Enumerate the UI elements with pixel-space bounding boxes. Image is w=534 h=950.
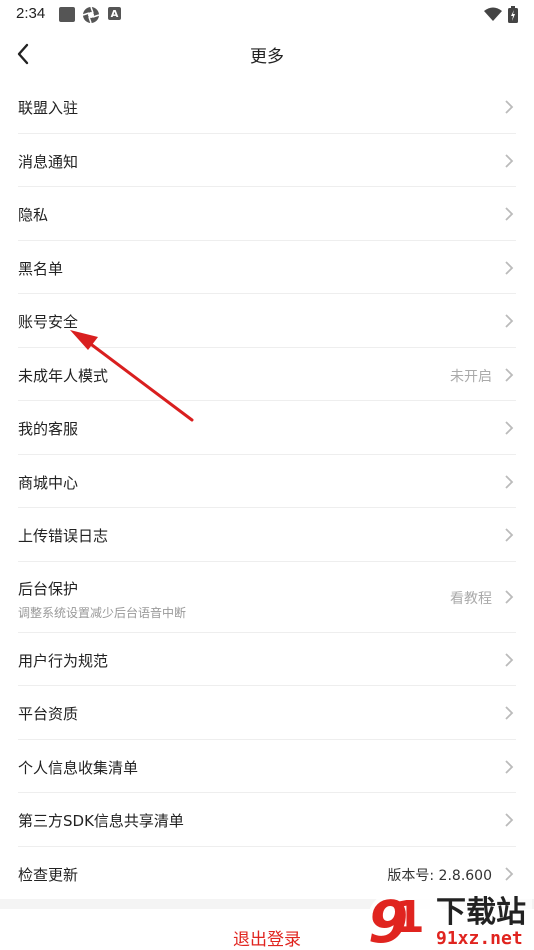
menu-item-third-party-sdk[interactable]: 第三方SDK信息共享清单 [18, 793, 516, 847]
menu-item-upload-logs[interactable]: 上传错误日志 [18, 508, 516, 562]
chevron-right-icon [505, 207, 514, 221]
app-a-icon: A [108, 7, 121, 20]
settings-list: 联盟入驻 消息通知 隐私 黑名单 账号安全 未成年人模式 未开启 我的客服 商城中… [0, 80, 534, 900]
menu-item-customer-service[interactable]: 我的客服 [18, 401, 516, 455]
menu-item-background-protection[interactable]: 后台保护调整系统设置减少后台语音中断 看教程 [18, 562, 516, 633]
menu-item-mall[interactable]: 商城中心 [18, 455, 516, 508]
version-number: 版本号: 2.8.600 [387, 867, 492, 884]
menu-item-alliance[interactable]: 联盟入驻 [18, 80, 516, 134]
menu-item-label: 平台资质 [18, 705, 79, 723]
page-title: 更多 [250, 47, 284, 67]
chevron-right-icon [505, 314, 514, 328]
watermark-main-text: 下载站 [436, 895, 526, 930]
status-bar: 2:34 A [0, 0, 534, 28]
chevron-right-icon [505, 706, 514, 720]
chevron-right-icon [505, 866, 514, 881]
aperture-icon [82, 6, 100, 24]
menu-item-blacklist[interactable]: 黑名单 [18, 241, 516, 294]
chevron-right-icon [505, 260, 514, 275]
menu-item-label: 用户行为规范 [18, 651, 109, 670]
menu-item-privacy[interactable]: 隐私 [18, 187, 516, 241]
menu-item-platform-qualification[interactable]: 平台资质 [18, 686, 516, 740]
menu-item-label: 个人信息收集清单 [18, 758, 139, 777]
menu-item-label: 消息通知 [18, 152, 79, 171]
chevron-right-icon [505, 589, 514, 604]
svg-text:1: 1 [394, 892, 425, 943]
menu-item-label: 上传错误日志 [18, 527, 109, 545]
chevron-right-icon [505, 652, 514, 667]
menu-item-label: 第三方SDK信息共享清单 [18, 812, 184, 830]
chevron-right-icon [505, 367, 514, 382]
menu-item-notifications[interactable]: 消息通知 [18, 134, 516, 187]
menu-item-minor-mode[interactable]: 未成年人模式 未开启 [18, 348, 516, 401]
menu-item-label: 后台保护 [18, 579, 79, 598]
status-time: 2:34 [16, 5, 46, 22]
chevron-right-icon [505, 153, 514, 168]
chevron-right-icon [505, 528, 514, 542]
watermark-logo: 9 1 下载站 91xz.net [368, 888, 532, 950]
watermark-sub-text: 91xz.net [436, 928, 523, 949]
minor-mode-status: 未开启 [450, 368, 492, 385]
menu-item-subtitle: 调整系统设置减少后台语音中断 [18, 605, 187, 620]
menu-item-account-security[interactable]: 账号安全 [18, 294, 516, 348]
menu-item-label: 未成年人模式 [18, 366, 109, 385]
menu-item-user-conduct[interactable]: 用户行为规范 [18, 633, 516, 686]
chevron-right-icon [505, 100, 514, 114]
menu-item-label: 检查更新 [18, 865, 79, 884]
menu-item-label: 我的客服 [18, 420, 79, 438]
menu-item-label: 隐私 [18, 206, 49, 224]
menu-item-label: 联盟入驻 [18, 99, 79, 117]
wifi-icon [484, 7, 502, 21]
notification-square-icon [59, 7, 75, 22]
chevron-right-icon [505, 759, 514, 774]
menu-item-label: 黑名单 [18, 259, 64, 278]
chevron-right-icon [505, 474, 514, 489]
header: 更多 [0, 28, 534, 80]
chevron-right-icon [505, 421, 514, 435]
battery-icon [508, 6, 518, 23]
tutorial-link[interactable]: 看教程 [450, 588, 492, 608]
svg-text:A: A [111, 9, 119, 20]
menu-item-label: 商城中心 [18, 473, 79, 492]
chevron-right-icon [505, 813, 514, 827]
menu-item-label: 账号安全 [18, 313, 79, 331]
menu-item-personal-info-list[interactable]: 个人信息收集清单 [18, 740, 516, 793]
